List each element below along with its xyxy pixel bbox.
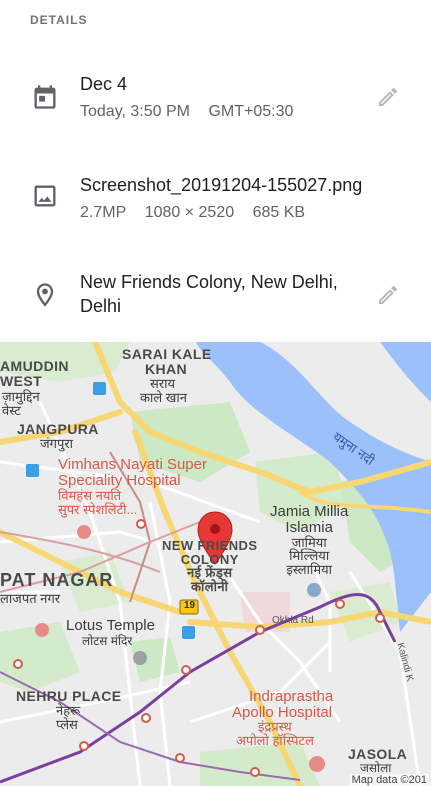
date-title: Dec 4 [80,74,128,94]
location-line1: New Friends Colony, New Delhi, [80,272,338,292]
map-label-apollo-hi: इंद्रप्रस्थ अपोलो हॉस्पिटल [236,719,314,748]
map-label-lajpat-nagar: PAT NAGAR [0,570,114,590]
map-label-nehru-place: NEHRU PLACE [16,688,122,704]
file-row: Screenshot_20191204-155027.png 2.7MP 108… [0,170,431,240]
map-label-lotus-temple-hi: लोटस मंदिर [82,634,133,648]
pencil-icon [379,87,398,106]
map-attribution: Map data ©201 [349,774,429,786]
pencil-icon [379,285,398,304]
map-label-nizamuddin-hi: ज़ामुद्दिन वेस्ट [2,389,40,418]
file-megapixels: 2.7MP [80,204,127,221]
calendar-icon [34,85,56,109]
file-name: Screenshot_20191204-155027.png [80,175,363,195]
file-meta: 2.7MP 1080 × 2520 685 KB [80,204,319,222]
map-label-apollo: Indraprastha Apollo Hospital [232,688,334,721]
location-map[interactable]: SARAI KALE KHAN सराय काले खान AMUDDIN WE… [0,342,431,786]
location-line2: Delhi [80,296,122,316]
map-label-jasola: JASOLA [348,746,408,762]
map-label-okhla-rd: Okhla Rd [272,615,314,626]
map-label-nizamuddin: AMUDDIN WEST [0,358,69,389]
date-subtitle: Today, 3:50 PM GMT+05:30 [80,103,307,121]
location-row: New Friends Colony, New Delhi, Delhi [0,268,431,328]
map-label-vimhans: Vimhans Nayati Super Speciality Hospital [58,456,207,489]
map-label-nehru-place-hi: नेहरू प्लेस [56,703,81,732]
map-label-jasola-hi: जसोला [360,761,392,775]
map-label-new-friends-colony: NEW FRIENDS COLONY नई फ्रेंड्स कॉलोनी [162,538,258,594]
file-size: 685 KB [252,204,306,221]
date-row: Dec 4 Today, 3:50 PM GMT+05:30 [0,70,431,140]
file-resolution: 1080 × 2520 [144,204,235,221]
date-timezone: GMT+05:30 [208,103,294,120]
map-label-lotus-temple: Lotus Temple [66,617,155,634]
map-label-jangpura-hi: जंगपुरा [40,436,74,451]
location-pin-icon [36,283,54,307]
map-label-vimhans-hi: विमहंस नयति सुपर स्पेशलिटी... [58,488,138,517]
map-label-sarai-kale-khan-hi: सराय काले खान [140,376,187,405]
edit-date-button[interactable] [376,85,400,109]
route-shield-19: 19 [184,600,196,611]
image-icon [34,185,56,207]
map-label-jamia: Jamia Millia Islamia जामिया मिल्लिया इस्… [270,503,349,577]
map-label-sarai-kale-khan: SARAI KALE KHAN [122,346,212,377]
map-label-lajpat-nagar-hi: लाजपत नगर [0,591,61,606]
map-label-jangpura: JANGPURA [17,421,99,437]
details-header: DETAILS [30,13,88,27]
edit-location-button[interactable] [376,283,400,307]
date-when: Today, 3:50 PM [80,103,190,120]
